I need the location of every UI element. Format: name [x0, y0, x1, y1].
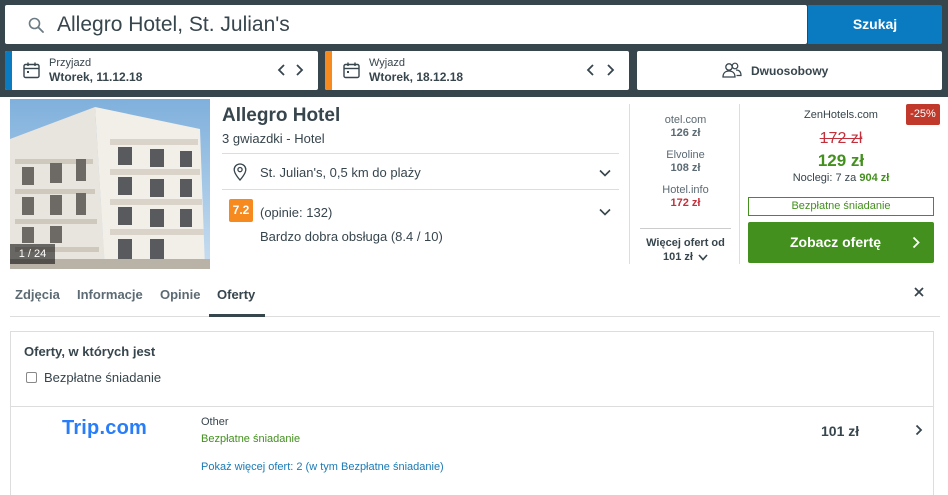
calendar-icon [343, 62, 360, 79]
search-query: Allegro Hotel, St. Julian's [57, 13, 290, 36]
chevron-right-icon[interactable] [292, 62, 306, 78]
best-price: 129 zł [817, 151, 865, 170]
offer-room-type: Other [201, 416, 229, 428]
offer-price: 101 zł [821, 423, 860, 439]
offer-row[interactable]: Trip.com Other Bezpłatne śniadanie Pokaż… [11, 406, 933, 495]
search-button[interactable]: Szukaj [808, 5, 942, 44]
tab-information[interactable]: Informacje [77, 287, 143, 302]
checkin-accent [5, 51, 12, 90]
room-type-label: Dwuosobowy [751, 64, 829, 78]
checkout-label: Wyjazd [369, 57, 405, 69]
more-offers-button[interactable]: Więcej ofert od 101 zł [640, 228, 731, 263]
provider-logo: Trip.com [62, 417, 147, 440]
calendar-icon [23, 62, 40, 79]
view-deal-button[interactable]: Zobacz ofertę [748, 222, 934, 263]
checkout-accent [325, 51, 332, 90]
tab-photos[interactable]: Zdjęcia [15, 287, 60, 302]
free-breakfast-filter-label[interactable]: Bezpłatne śniadanie [44, 370, 161, 385]
nights-total: Noclegi: 7 za 904 zł [748, 172, 934, 184]
more-offers-price: 101 zł [662, 251, 693, 263]
rating-badge: 7.2 [229, 199, 253, 222]
checkout-value: Wtorek, 18.12.18 [369, 70, 464, 84]
deal-provider: otel.com [664, 114, 707, 126]
offer-breakfast: Bezpłatne śniadanie [201, 433, 301, 445]
deal-item[interactable]: Hotel.info 172 zł [630, 184, 741, 209]
chevron-right-icon[interactable] [915, 424, 923, 436]
deal-provider: Hotel.info [662, 184, 709, 196]
search-header: Allegro Hotel, St. Julian's Szukaj Przyj… [0, 0, 948, 97]
hotel-name[interactable]: Allegro Hotel [222, 105, 340, 127]
location-row[interactable]: St. Julian's, 0,5 km do plaży [222, 153, 619, 190]
active-tab-indicator [209, 314, 265, 317]
close-icon[interactable] [912, 285, 926, 299]
tabs-divider [10, 316, 940, 317]
checkin-value: Wtorek, 11.12.18 [49, 70, 143, 84]
guests-icon [722, 62, 742, 78]
tab-reviews[interactable]: Opinie [160, 287, 200, 302]
chevron-down-icon [599, 169, 611, 177]
photo-counter: 1 / 24 [10, 244, 55, 264]
deal-item[interactable]: Elvoline 108 zł [630, 149, 741, 174]
old-price: 172 zł [819, 130, 863, 147]
chevron-left-icon[interactable] [275, 62, 289, 78]
view-deal-label: Zobacz ofertę [790, 234, 882, 250]
tab-offers[interactable]: Oferty [217, 287, 255, 302]
location-text: St. Julian's, 0,5 km do plaży [260, 165, 421, 180]
provider-logo-suffix: .com [99, 417, 147, 439]
free-breakfast-tag: Bezpłatne śniadanie [748, 197, 934, 216]
chevron-right-icon[interactable] [603, 62, 617, 78]
deal-price: 172 zł [670, 197, 701, 209]
free-breakfast-checkbox[interactable] [26, 372, 37, 383]
more-offers-link[interactable]: Pokaż więcej ofert: 2 (w tym Bezpłatne ś… [201, 461, 444, 473]
deal-provider: Elvoline [666, 149, 705, 161]
nights-prefix: Noclegi: 7 za [792, 172, 860, 184]
checkin-label: Przyjazd [49, 57, 92, 69]
offers-filter-title: Oferty, w których jest [24, 344, 156, 359]
search-input[interactable]: Allegro Hotel, St. Julian's [5, 5, 807, 44]
deal-price: 108 zł [670, 162, 701, 174]
map-pin-icon [233, 163, 247, 181]
nights-total-price: 904 zł [859, 172, 890, 184]
provider-logo-main: Trip [62, 417, 100, 439]
rating-count[interactable]: (opinie: 132) [260, 205, 332, 220]
hotel-category: 3 gwiazdki - Hotel [222, 131, 325, 146]
rating-description: Bardzo dobra obsługa (8.4 / 10) [260, 229, 443, 244]
deal-price: 126 zł [670, 127, 701, 139]
offers-panel: Oferty, w których jest Bezpłatne śniadan… [10, 331, 934, 495]
search-icon [28, 17, 44, 33]
checkout-date-field[interactable]: Wyjazd Wtorek, 18.12.18 [325, 51, 629, 90]
alternative-deals: otel.com 126 zł Elvoline 108 zł Hotel.in… [629, 104, 740, 264]
chevron-right-icon [912, 236, 920, 249]
chevron-down-icon[interactable] [599, 208, 611, 216]
room-type-selector[interactable]: Dwuosobowy [637, 51, 942, 90]
discount-badge: -25% [906, 104, 940, 125]
deal-item[interactable]: otel.com 126 zł [630, 114, 741, 139]
more-offers-label: Więcej ofert od [646, 237, 725, 249]
chevron-down-icon [698, 254, 708, 261]
checkin-date-field[interactable]: Przyjazd Wtorek, 11.12.18 [5, 51, 318, 90]
chevron-left-icon[interactable] [584, 62, 598, 78]
